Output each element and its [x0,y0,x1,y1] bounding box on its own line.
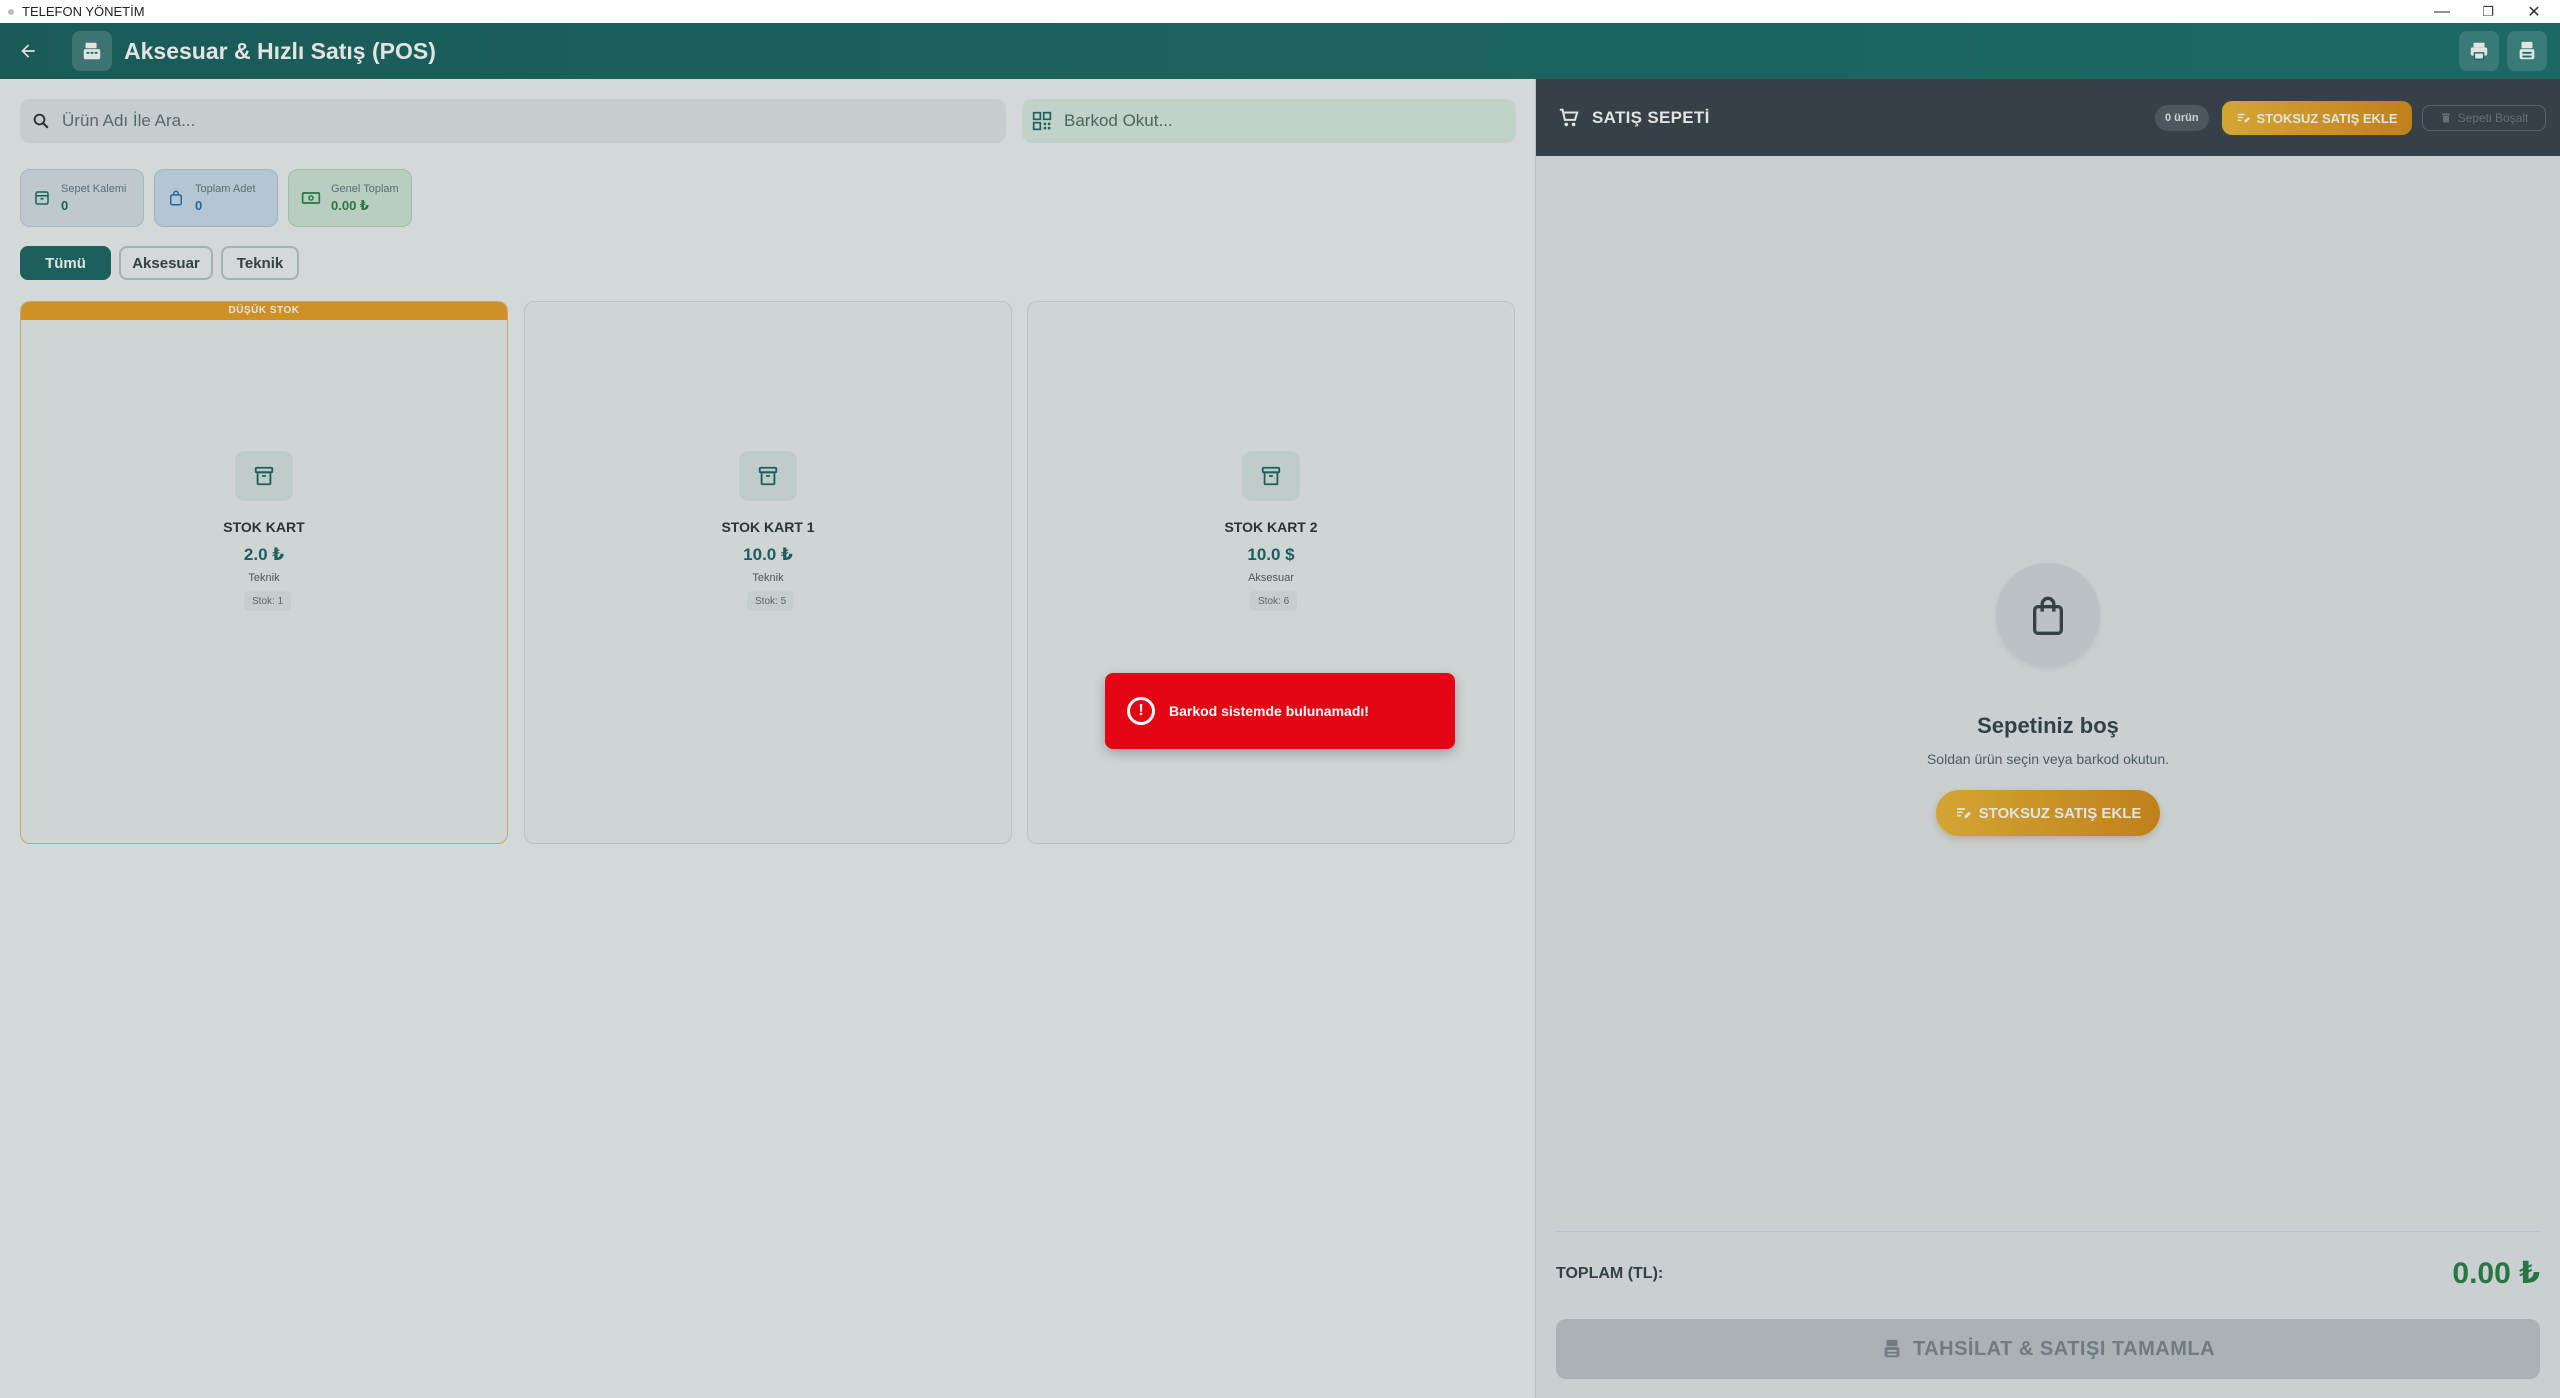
product-price: 10.0 $ [1247,545,1295,564]
cart-title: SATIŞ SEPETİ [1592,107,1710,127]
register-logo-icon [72,31,112,71]
minimize-button[interactable]: — [2419,0,2465,23]
add-unstocked-label: STOKSUZ SATIŞ EKLE [1978,804,2142,822]
stat-label: Toplam Adet [195,183,256,195]
printer-icon [2470,42,2488,60]
stat-value: 0 [195,198,203,213]
money-icon [301,192,321,204]
divider [1556,1231,2541,1232]
stat-value: 0.00 ₺ [331,197,369,213]
stat-label: Genel Toplam [331,182,399,195]
archive-icon [739,451,797,501]
product-category: Teknik [248,572,280,584]
edit-list-icon [2238,113,2251,123]
qr-code-icon [1032,111,1052,131]
cart-icon [1559,108,1579,126]
cash-register-icon [1884,1339,1900,1358]
error-toast: ! Barkod sistemde bulunamadı! [1105,673,1455,749]
clear-cart-button[interactable]: Sepeti Boşalt [2422,105,2546,131]
product-card[interactable]: STOK KART 2 10.0 $ Aksesuar Stok: 6 [1027,301,1515,844]
product-stock-badge: Stok: 5 [747,591,795,611]
empty-cart-title: Sepetiniz boş [1977,713,2119,738]
box-icon [35,191,49,205]
add-unstocked-sale-button-center[interactable]: STOKSUZ SATIŞ EKLE [1936,790,2160,836]
complete-sale-button[interactable]: TAHSİLAT & SATIŞI TAMAMLA [1556,1319,2540,1379]
register-button[interactable] [2507,31,2547,71]
product-category: Aksesuar [1248,572,1294,584]
search-icon [33,113,49,129]
product-card[interactable]: DÜŞÜK STOK STOK KART 2.0 ₺ Teknik Stok: … [20,301,508,844]
app-bar: Aksesuar & Hızlı Satış (POS) [0,23,2560,79]
cart-count-badge: 0 ürün [2155,105,2209,131]
window-title-bar: TELEFON YÖNETİM — ❐ ✕ [0,0,2560,23]
total-label: TOPLAM (TL): [1556,1265,1664,1282]
stat-grand-total: Genel Toplam 0.00 ₺ [288,169,412,227]
filter-chip-all[interactable]: Tümü [20,246,111,280]
barcode-placeholder: Barkod Okut... [1064,111,1173,130]
close-button[interactable]: ✕ [2511,0,2557,23]
product-price: 2.0 ₺ [243,545,285,564]
empty-cart-illustration [1996,563,2100,667]
complete-sale-label: TAHSİLAT & SATIŞI TAMAMLA [1912,1337,2216,1360]
print-button[interactable] [2459,31,2499,71]
add-unstocked-label: STOKSUZ SATIŞ EKLE [2256,110,2398,126]
restore-button[interactable]: ❐ [2465,0,2511,23]
error-icon: ! [1127,697,1155,725]
product-category: Teknik [752,572,784,584]
product-name: STOK KART 1 [721,519,815,535]
bag-icon [170,190,182,206]
product-name: STOK KART 2 [1224,519,1318,535]
app-icon [8,8,14,15]
archive-icon [235,451,293,501]
product-price: 10.0 ₺ [743,545,793,564]
cart-header: SATIŞ SEPETİ 0 ürün STOKSUZ SATIŞ EKLE S… [1536,79,2560,156]
arrow-left-icon [21,44,35,58]
cash-register-icon [2519,41,2535,60]
search-input[interactable]: Ürün Adı İle Ara... [20,99,1006,143]
add-unstocked-sale-button[interactable]: STOKSUZ SATIŞ EKLE [2222,101,2412,135]
back-button[interactable] [0,23,56,79]
product-name: STOK KART [223,519,305,535]
filter-chip-technical[interactable]: Teknik [221,246,299,280]
cart-panel: SATIŞ SEPETİ 0 ürün STOKSUZ SATIŞ EKLE S… [1535,79,2560,1398]
product-card[interactable]: STOK KART 1 10.0 ₺ Teknik Stok: 5 [524,301,1012,844]
trash-icon [2441,113,2450,123]
stat-cart-items: Sepet Kalemi 0 [20,169,144,227]
empty-cart-subtitle: Soldan ürün seçin veya barkod okutun. [1926,751,2170,767]
edit-list-icon [1956,808,1971,819]
search-placeholder: Ürün Adı İle Ara... [62,111,196,130]
page-title: Aksesuar & Hızlı Satış (POS) [124,37,436,64]
clear-cart-label: Sepeti Boşalt [2457,111,2529,125]
window-title: TELEFON YÖNETİM [22,4,145,19]
archive-icon [1242,451,1300,501]
product-stock-badge: Stok: 6 [1250,591,1298,611]
barcode-input[interactable]: Barkod Okut... [1022,99,1516,143]
filter-chip-accessory[interactable]: Aksesuar [119,246,213,280]
low-stock-banner: DÜŞÜK STOK [21,302,507,320]
stat-total-qty: Toplam Adet 0 [154,169,278,227]
stat-label: Sepet Kalemi [61,183,127,195]
toast-message: Barkod sistemde bulunamadı! [1169,703,1369,719]
stat-value: 0 [61,198,69,213]
shopping-bag-icon [2033,596,2063,635]
total-value: 0.00 ₺ [2452,1257,2540,1290]
product-stock-badge: Stok: 1 [244,591,292,611]
